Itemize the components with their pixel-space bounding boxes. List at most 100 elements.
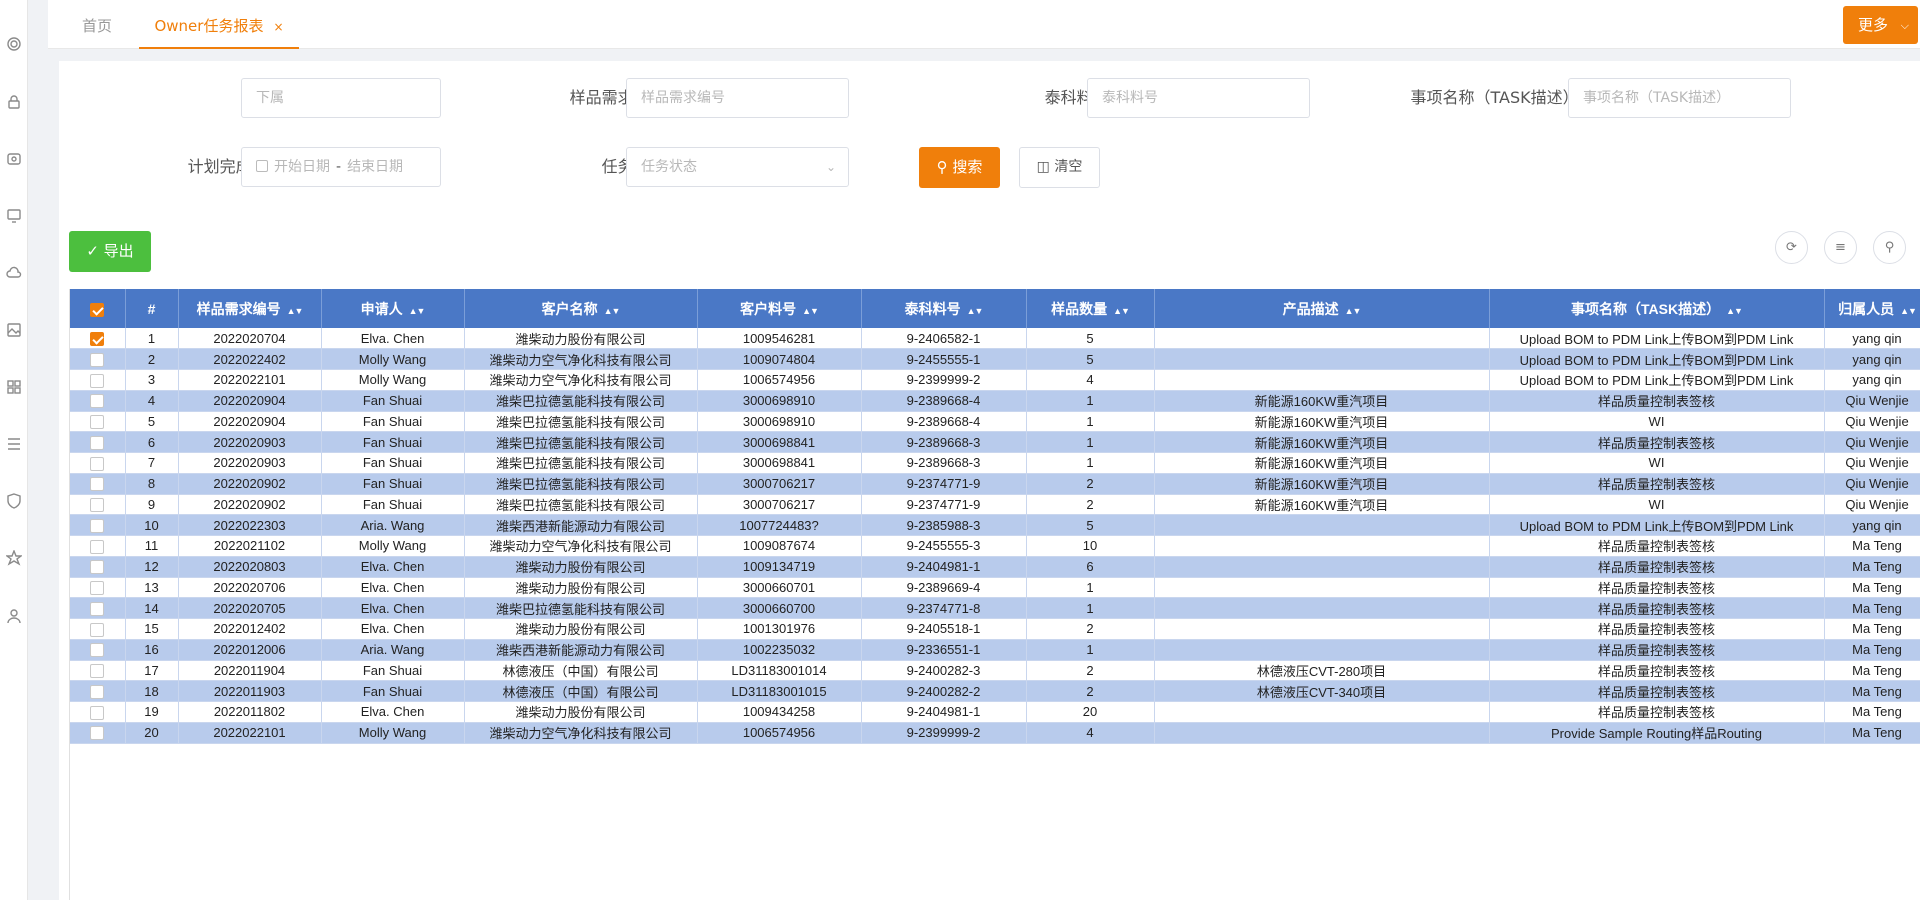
row-select-cell[interactable] [70, 680, 126, 702]
table-row[interactable]: 18 2022011903 Fan Shuai 林德液压（中国）有限公司 LD31183… [70, 680, 1920, 702]
table-row[interactable]: 6 2022020903 Fan Shuai 潍柴巴拉德氢能科技有限公司 3000698… [70, 431, 1920, 453]
user-icon[interactable] [6, 608, 22, 624]
shield-icon[interactable] [6, 493, 22, 509]
row-checkbox[interactable] [90, 705, 105, 720]
row-select-cell[interactable] [70, 701, 126, 723]
table-row[interactable]: 16 2022012006 Aria. Wang 潍柴西港新能源动力有限公司 10022… [70, 639, 1920, 661]
column-header-9[interactable]: 归属人员 ▲▼ [1824, 289, 1920, 328]
column-header-3[interactable]: 客户名称 ▲▼ [464, 289, 698, 328]
row-checkbox[interactable] [90, 394, 105, 409]
row-select-cell[interactable] [70, 369, 126, 391]
row-select-cell[interactable] [70, 348, 126, 370]
row-checkbox[interactable] [90, 601, 105, 616]
table-row[interactable]: 14 2022020705 Elva. Chen 潍柴巴拉德氢能科技有限公司 30006… [70, 597, 1920, 619]
cloud-icon[interactable] [6, 265, 22, 281]
row-select-cell[interactable] [70, 390, 126, 412]
image-icon[interactable] [6, 322, 22, 338]
table-row[interactable]: 10 2022022303 Aria. Wang 潍柴西港新能源动力有限公司 10077… [70, 514, 1920, 536]
row-select-cell[interactable] [70, 556, 126, 578]
table-row[interactable]: 3 2022022101 Molly Wang 潍柴动力空气净化科技有限公司 10065… [70, 369, 1920, 391]
row-select-cell[interactable] [70, 577, 126, 599]
sort-icon[interactable]: ▲▼ [409, 306, 426, 316]
table-row[interactable]: 12 2022020803 Elva. Chen 潍柴动力股份有限公司 10091347… [70, 556, 1920, 578]
more-button[interactable]: 更多 ⌵ [1843, 6, 1918, 44]
list-icon[interactable] [6, 436, 22, 452]
task-name-input[interactable]: 事项名称（TASK描述） [1568, 78, 1791, 118]
table-row[interactable]: 11 2022021102 Molly Wang 潍柴动力空气净化科技有限公司 1009… [70, 535, 1920, 557]
sort-icon[interactable]: ▲▼ [1726, 306, 1743, 316]
select-all-cell[interactable] [70, 289, 126, 328]
plan-date-range[interactable]: 开始日期 - 结束日期 [241, 147, 441, 187]
row-checkbox[interactable] [90, 331, 105, 346]
table-row[interactable]: 17 2022011904 Fan Shuai 林德液压（中国）有限公司 LD31183… [70, 660, 1920, 682]
row-checkbox[interactable] [90, 498, 105, 513]
row-checkbox[interactable] [90, 518, 105, 533]
table-row[interactable]: 9 2022020902 Fan Shuai 潍柴巴拉德氢能科技有限公司 3000706… [70, 494, 1920, 516]
gear-icon[interactable] [6, 36, 22, 52]
row-checkbox[interactable] [90, 373, 105, 388]
row-select-cell[interactable] [70, 494, 126, 516]
table-row[interactable]: 20 2022022101 Molly Wang 潍柴动力空气净化科技有限公司 1006… [70, 722, 1920, 744]
table-row[interactable]: 2 2022022402 Molly Wang 潍柴动力空气净化科技有限公司 10090… [70, 348, 1920, 370]
row-select-cell[interactable] [70, 660, 126, 682]
column-header-0[interactable]: # [125, 289, 179, 328]
column-header-4[interactable]: 客户料号 ▲▼ [697, 289, 862, 328]
table-row[interactable]: 15 2022012402 Elva. Chen 潍柴动力股份有限公司 10013019… [70, 618, 1920, 640]
column-header-5[interactable]: 泰科料号 ▲▼ [861, 289, 1027, 328]
row-select-cell[interactable] [70, 639, 126, 661]
close-icon[interactable]: × [273, 20, 283, 34]
row-select-cell[interactable] [70, 535, 126, 557]
export-button[interactable]: ✓ 导出 [69, 231, 151, 272]
tab-owner-report[interactable]: Owner任务报表 × [139, 0, 299, 49]
star-icon[interactable] [4, 549, 24, 566]
row-checkbox[interactable] [90, 456, 105, 471]
badge-icon[interactable] [6, 151, 22, 167]
sort-icon[interactable]: ▲▼ [604, 306, 621, 316]
task-status-select[interactable]: 任务状态 ⌄ [626, 147, 849, 187]
row-select-cell[interactable] [70, 514, 126, 536]
row-checkbox[interactable] [90, 581, 105, 596]
row-select-cell[interactable] [70, 411, 126, 433]
refresh-button[interactable]: ⟳ [1775, 231, 1808, 264]
column-header-7[interactable]: 产品描述 ▲▼ [1154, 289, 1490, 328]
tab-home[interactable]: 首页 [82, 0, 112, 49]
sort-icon[interactable]: ▲▼ [967, 306, 984, 316]
lock-icon[interactable] [6, 94, 22, 110]
clear-button[interactable]: ◫ 清空 [1019, 147, 1100, 188]
sort-icon[interactable]: ▲▼ [1345, 306, 1362, 316]
column-settings-button[interactable]: ≡ [1824, 231, 1857, 264]
row-checkbox[interactable] [90, 477, 105, 492]
sample-req-no-input[interactable]: 样品需求编号 [626, 78, 849, 118]
table-row[interactable]: 4 2022020904 Fan Shuai 潍柴巴拉德氢能科技有限公司 3000698… [70, 390, 1920, 412]
column-header-2[interactable]: 申请人 ▲▼ [321, 289, 465, 328]
sort-icon[interactable]: ▲▼ [802, 306, 819, 316]
row-checkbox[interactable] [90, 622, 105, 637]
sort-icon[interactable]: ▲▼ [1113, 306, 1130, 316]
table-row[interactable]: 8 2022020902 Fan Shuai 潍柴巴拉德氢能科技有限公司 3000706… [70, 473, 1920, 495]
grid-icon[interactable] [6, 379, 22, 395]
sort-icon[interactable]: ▲▼ [287, 306, 304, 316]
column-header-8[interactable]: 事项名称（TASK描述） ▲▼ [1489, 289, 1825, 328]
column-header-1[interactable]: 样品需求编号 ▲▼ [178, 289, 322, 328]
row-checkbox[interactable] [90, 435, 105, 450]
end-date-input[interactable]: 结束日期 [347, 159, 403, 175]
table-row[interactable]: 1 2022020704 Elva. Chen 潍柴动力股份有限公司 100954628… [70, 328, 1920, 350]
column-header-6[interactable]: 样品数量 ▲▼ [1026, 289, 1155, 328]
row-checkbox[interactable] [90, 415, 105, 430]
search-toggle-button[interactable]: ⚲ [1873, 231, 1906, 264]
row-select-cell[interactable] [70, 431, 126, 453]
select-all-checkbox[interactable] [90, 302, 105, 317]
row-checkbox[interactable] [90, 539, 105, 554]
taike-part-no-input[interactable]: 泰科料号 [1087, 78, 1310, 118]
search-button[interactable]: ⚲ 搜索 [919, 147, 1000, 188]
row-select-cell[interactable] [70, 618, 126, 640]
row-checkbox[interactable] [90, 664, 105, 679]
row-select-cell[interactable] [70, 597, 126, 619]
row-select-cell[interactable] [70, 452, 126, 474]
table-row[interactable]: 5 2022020904 Fan Shuai 潍柴巴拉德氢能科技有限公司 3000698… [70, 411, 1920, 433]
monitor-icon[interactable] [6, 208, 22, 224]
row-select-cell[interactable] [70, 328, 126, 350]
row-checkbox[interactable] [90, 643, 105, 658]
row-checkbox[interactable] [90, 560, 105, 575]
row-select-cell[interactable] [70, 473, 126, 495]
